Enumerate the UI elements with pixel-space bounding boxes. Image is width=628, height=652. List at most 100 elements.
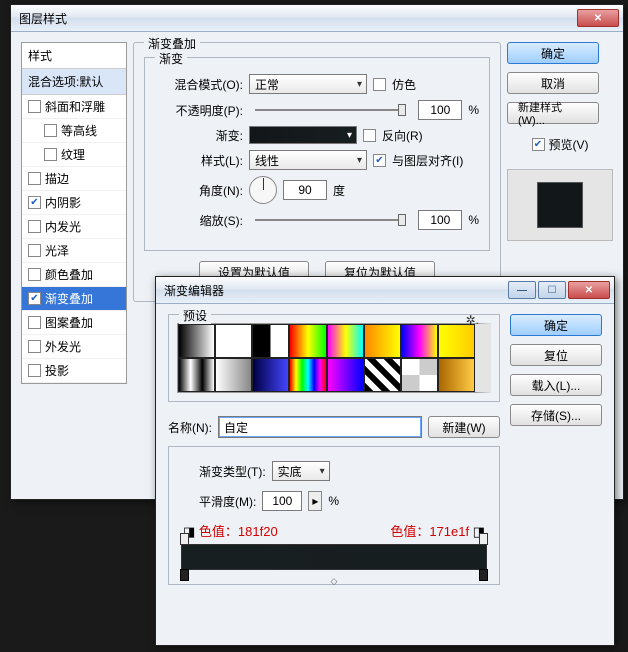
style-checkbox[interactable] [44, 124, 57, 137]
ge-reset-button[interactable]: 复位 [510, 344, 602, 366]
ok-button[interactable]: 确定 [507, 42, 599, 64]
style-item[interactable]: 外发光 [22, 335, 126, 359]
new-gradient-button[interactable]: 新建(W) [428, 416, 500, 438]
reverse-checkbox[interactable] [363, 129, 376, 142]
style-checkbox[interactable] [28, 196, 41, 209]
preset-swatch[interactable] [401, 324, 438, 358]
maximize-icon[interactable] [538, 281, 566, 299]
preset-swatch[interactable] [438, 358, 475, 392]
preset-swatch[interactable] [401, 358, 438, 392]
style-checkbox[interactable] [28, 340, 41, 353]
style-item[interactable]: 投影 [22, 359, 126, 383]
preset-swatch[interactable] [327, 324, 364, 358]
style-label: 内阴影 [45, 194, 81, 211]
style-item[interactable]: 内阴影 [22, 191, 126, 215]
presets-group: 预设 ✲. [168, 314, 500, 402]
preset-swatch[interactable] [364, 324, 401, 358]
scale-slider[interactable] [255, 219, 406, 221]
style-checkbox[interactable] [28, 364, 41, 377]
preset-swatch[interactable] [327, 358, 364, 392]
blend-options-row[interactable]: 混合选项:默认 [22, 68, 126, 95]
close-icon[interactable] [577, 9, 619, 27]
preset-swatch[interactable] [289, 324, 326, 358]
layer-style-titlebar[interactable]: 图层样式 [11, 5, 623, 32]
preset-swatch[interactable] [178, 324, 215, 358]
angle-input[interactable]: 90 [283, 180, 327, 200]
style-checkbox[interactable] [28, 292, 41, 305]
preview-checkbox[interactable] [532, 138, 545, 151]
opacity-input[interactable]: 100 [418, 100, 462, 120]
angle-unit: 度 [333, 182, 345, 199]
preset-grid[interactable] [177, 323, 491, 393]
preset-swatch[interactable] [364, 358, 401, 392]
style-item[interactable]: 颜色叠加 [22, 263, 126, 287]
gradient-subtitle: 渐变 [155, 50, 187, 67]
preset-swatch[interactable] [252, 358, 289, 392]
ge-ok-button[interactable]: 确定 [510, 314, 602, 336]
preset-swatch[interactable] [215, 324, 252, 358]
gradient-bar[interactable]: ◇ [181, 544, 487, 570]
scale-unit: % [468, 213, 479, 227]
gradient-editor-titlebar[interactable]: 渐变编辑器 [156, 277, 614, 304]
style-checkbox[interactable] [44, 148, 57, 161]
style-label: 斜面和浮雕 [45, 98, 105, 115]
angle-wheel[interactable] [249, 176, 277, 204]
color-stop-right[interactable] [479, 569, 488, 581]
ge-save-button[interactable]: 存储(S)... [510, 404, 602, 426]
gradient-swatch[interactable] [249, 126, 357, 144]
align-checkbox[interactable] [373, 154, 386, 167]
name-input[interactable]: 自定 [218, 416, 422, 438]
style-item[interactable]: 等高线 [22, 119, 126, 143]
style-item[interactable]: 渐变叠加 [22, 287, 126, 311]
color-value-right: 色值：171e1f [390, 524, 469, 539]
gradient-type-select[interactable]: 实底 [272, 461, 330, 481]
preset-swatch[interactable] [215, 358, 252, 392]
smoothness-unit: % [328, 494, 339, 508]
dither-checkbox[interactable] [373, 78, 386, 91]
opacity-stop-left[interactable] [180, 533, 189, 545]
style-checkbox[interactable] [28, 268, 41, 281]
opacity-slider[interactable] [255, 109, 406, 111]
style-item[interactable]: 描边 [22, 167, 126, 191]
gradient-editor-dialog: 渐变编辑器 预设 ✲. 名称(N): 自定 新建(W) 渐变类型(T): 实底 [155, 276, 615, 646]
style-label: 光泽 [45, 242, 69, 259]
close-icon[interactable] [568, 281, 610, 299]
style-item[interactable]: 内发光 [22, 215, 126, 239]
preset-swatch[interactable] [438, 324, 475, 358]
opacity-unit: % [468, 103, 479, 117]
styles-header[interactable]: 样式 [22, 43, 126, 68]
style-checkbox[interactable] [28, 100, 41, 113]
midpoint-icon[interactable]: ◇ [331, 576, 338, 587]
preset-swatch[interactable] [289, 358, 326, 392]
gear-icon[interactable]: ✲. [466, 313, 479, 327]
style-checkbox[interactable] [28, 172, 41, 185]
style-item[interactable]: 纹理 [22, 143, 126, 167]
presets-label: 预设 [179, 307, 211, 324]
style-checkbox[interactable] [28, 220, 41, 233]
smoothness-input[interactable]: 100 [262, 491, 302, 511]
style-checkbox[interactable] [28, 316, 41, 329]
style-item[interactable]: 图案叠加 [22, 311, 126, 335]
scale-input[interactable]: 100 [418, 210, 462, 230]
smoothness-label: 平滑度(M): [199, 493, 256, 510]
ge-load-button[interactable]: 载入(L)... [510, 374, 602, 396]
opacity-stop-right[interactable] [479, 533, 488, 545]
dither-label: 仿色 [392, 76, 416, 93]
blend-mode-select[interactable]: 正常 [249, 74, 367, 94]
style-label: 外发光 [45, 338, 81, 355]
style-item[interactable]: 光泽 [22, 239, 126, 263]
style-item[interactable]: 斜面和浮雕 [22, 95, 126, 119]
style-checkbox[interactable] [28, 244, 41, 257]
minimize-icon[interactable] [508, 281, 536, 299]
style-select[interactable]: 线性 [249, 150, 367, 170]
preset-swatch[interactable] [178, 358, 215, 392]
layer-style-title: 图层样式 [19, 10, 577, 27]
color-stop-left[interactable] [180, 569, 189, 581]
style-label: 描边 [45, 170, 69, 187]
gradient-editor-buttons: 确定 复位 载入(L)... 存储(S)... [510, 314, 602, 585]
smoothness-stepper[interactable]: ▸ [308, 491, 322, 511]
new-style-button[interactable]: 新建样式(W)... [507, 102, 599, 124]
cancel-button[interactable]: 取消 [507, 72, 599, 94]
preset-swatch[interactable] [252, 324, 289, 358]
style-label: 投影 [45, 362, 69, 379]
